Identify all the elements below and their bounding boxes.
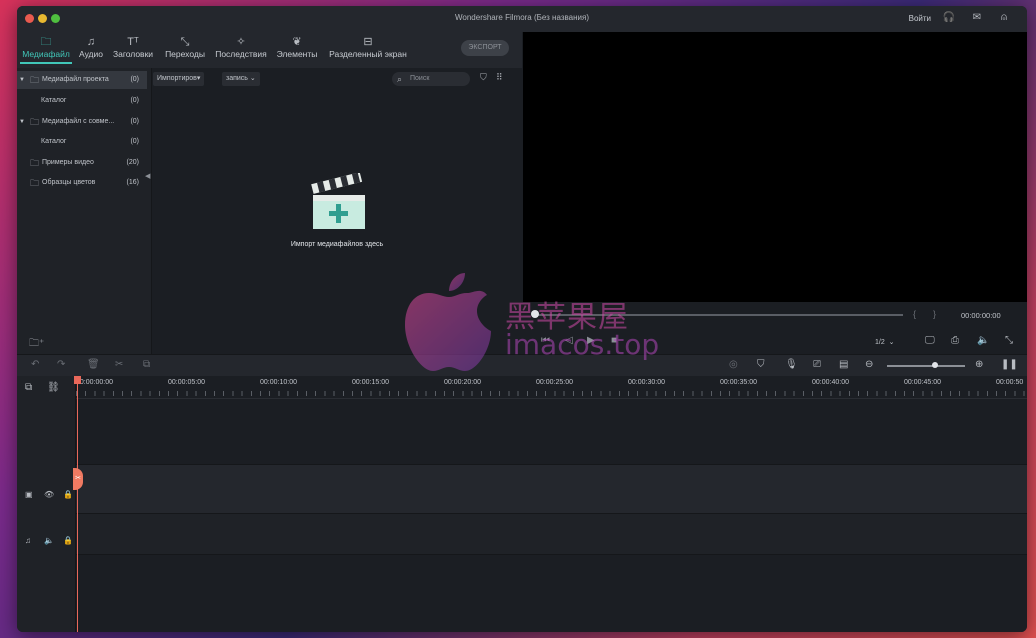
sidebar-item-project-media[interactable]: ▼ 🗀 Медиафайл проекта (0) bbox=[17, 71, 147, 89]
subtitle-icon[interactable]: ▤ bbox=[839, 359, 848, 370]
transition-icon: ⤡ bbox=[180, 36, 190, 48]
display-icon[interactable]: 🖵 bbox=[925, 335, 935, 346]
new-folder-icon[interactable]: 🗀⁺ bbox=[29, 336, 44, 353]
audio-track-icon: ♫ bbox=[25, 536, 31, 545]
tab-effects[interactable]: ✧ Последствия bbox=[211, 36, 271, 59]
video-track[interactable] bbox=[76, 464, 1027, 514]
watermark-url: imacos.top bbox=[505, 328, 660, 361]
sidebar-item-catalog-2[interactable]: Каталог (0) bbox=[17, 133, 147, 151]
ruler-tick-label: 00:00:25:00 bbox=[536, 379, 573, 386]
lock-icon[interactable]: 🔒 bbox=[63, 490, 73, 499]
video-track-icon: ▣ bbox=[25, 490, 33, 499]
user-icon[interactable]: ⍝ bbox=[1001, 12, 1007, 23]
preview-viewer bbox=[523, 32, 1027, 302]
headset-icon[interactable]: 🎧 bbox=[943, 12, 955, 23]
search-icon: ⌕ bbox=[397, 74, 403, 84]
mark-out-icon[interactable]: } bbox=[933, 309, 936, 319]
tab-titles[interactable]: Tᵀ Заголовки bbox=[109, 36, 157, 59]
ruler-tick-label: 00:00:45:00 bbox=[904, 379, 941, 386]
snapshot-icon[interactable]: ⎙ bbox=[951, 335, 959, 346]
record-dropdown[interactable]: запись ⌄ bbox=[222, 72, 260, 86]
text-icon: Tᵀ bbox=[127, 36, 139, 48]
link-icon[interactable]: ⛓ bbox=[47, 382, 60, 393]
search-input[interactable]: ⌕ Поиск bbox=[392, 72, 470, 86]
window-title: Wondershare Filmora (Без названия) bbox=[454, 13, 589, 22]
tab-elements[interactable]: ❦ Элементы bbox=[273, 36, 321, 59]
redo-icon[interactable]: ↷ bbox=[57, 359, 65, 370]
tab-transitions[interactable]: ⤡ Переходы bbox=[161, 36, 209, 59]
fullscreen-icon[interactable]: ⤡ bbox=[1005, 335, 1013, 346]
folder-icon: 🗀 bbox=[30, 75, 40, 85]
speaker-icon[interactable]: 🔈 bbox=[44, 536, 54, 545]
sidebar-item-sample-video[interactable]: 🗀 Примеры видео (20) bbox=[17, 154, 147, 172]
tab-audio[interactable]: ♫ Аудио bbox=[75, 36, 107, 59]
expand-arrow-icon[interactable]: ▼ bbox=[19, 71, 25, 89]
sidebar-item-sample-colors[interactable]: 🗀 Образцы цветов (16) bbox=[17, 174, 147, 192]
ruler-tick-label: 00:00:10:00 bbox=[260, 379, 297, 386]
clapperboard-icon[interactable] bbox=[309, 173, 367, 231]
music-icon: ♫ bbox=[86, 36, 96, 48]
ruler-tick-label: 00:00:40:00 bbox=[812, 379, 849, 386]
adjust-icon[interactable]: ⧉ bbox=[143, 359, 150, 370]
voiceover-icon[interactable]: ⎚ bbox=[813, 359, 821, 370]
track-headers: ⧉ ⛓ ▣ 👁 🔒 ♫ 🔈 🔒 bbox=[17, 376, 76, 632]
sidebar-item-catalog[interactable]: Каталог (0) bbox=[17, 92, 147, 110]
marker-icon[interactable]: ⛉ bbox=[757, 359, 765, 370]
folder-icon: 🗀 bbox=[30, 117, 40, 127]
folder-icon: 🗀 bbox=[30, 178, 40, 188]
preview-ratio-select[interactable]: 1/2 ⌄ bbox=[875, 338, 895, 346]
sidebar-item-shared-media[interactable]: ▼ 🗀 Медиафайл с совме... (0) bbox=[17, 113, 147, 131]
folder-icon: 🗀 bbox=[30, 158, 40, 168]
delete-icon[interactable]: 🗑 bbox=[87, 359, 100, 370]
pause-icon[interactable]: ❚❚ bbox=[1001, 359, 1018, 370]
eye-icon[interactable]: 👁 bbox=[44, 490, 54, 499]
apple-logo-watermark bbox=[405, 273, 491, 371]
mail-icon[interactable]: ✉ bbox=[973, 12, 981, 23]
zoom-slider[interactable] bbox=[887, 365, 965, 367]
mark-in-icon[interactable]: { bbox=[913, 309, 916, 319]
cut-icon[interactable]: ✂ bbox=[115, 359, 123, 370]
collapse-sidebar-icon[interactable]: ◀ bbox=[145, 172, 150, 180]
tab-split-screen[interactable]: ⊟ Разделенный экран bbox=[324, 36, 412, 59]
import-dropdown[interactable]: Импортиров▾ bbox=[153, 72, 205, 86]
media-library-sidebar: ▼ 🗀 Медиафайл проекта (0) Каталог (0) ▼ … bbox=[17, 68, 152, 354]
ruler-tick-label: 00:00:50 bbox=[996, 379, 1024, 386]
time-ruler[interactable]: 00:00:00:00 00:00:05:00 00:00:10:00 00:00:1… bbox=[76, 376, 1027, 399]
main-toolbar: 🗀 Медиафайл ♫ Аудио Tᵀ Заголовки ⤡ Перех… bbox=[17, 32, 522, 68]
add-track-icon[interactable]: ⧉ bbox=[25, 382, 32, 393]
ruler-tick-label: 00:00:35:00 bbox=[720, 379, 757, 386]
undo-icon[interactable]: ↶ bbox=[31, 359, 39, 370]
effects-icon: ✧ bbox=[236, 36, 246, 48]
preview-timecode: 00:00:00:00 bbox=[961, 311, 1001, 320]
tab-media[interactable]: 🗀 Медиафайл bbox=[20, 36, 72, 64]
ruler-tick-label: 00:00:05:00 bbox=[168, 379, 205, 386]
expand-arrow-icon[interactable]: ▼ bbox=[19, 113, 25, 131]
filter-icon[interactable]: ⛉ bbox=[480, 72, 487, 83]
login-link[interactable]: Войти bbox=[909, 14, 931, 23]
timeline[interactable]: 00:00:00:00 00:00:05:00 00:00:10:00 00:00:1… bbox=[76, 376, 1027, 632]
export-button[interactable]: ЭКСПОРТ bbox=[461, 40, 509, 56]
playhead[interactable] bbox=[77, 376, 78, 632]
zoom-slider-handle[interactable] bbox=[932, 362, 938, 368]
ruler-tick-label: 00:00:30:00 bbox=[628, 379, 665, 386]
volume-icon[interactable]: 🔈 bbox=[977, 335, 989, 346]
grid-view-icon[interactable]: ⠿ bbox=[496, 72, 503, 83]
ruler-tick-label: 00:00:00:00 bbox=[76, 379, 113, 386]
split-screen-icon: ⊟ bbox=[363, 36, 373, 48]
render-icon[interactable]: ◎ bbox=[729, 359, 738, 370]
zoom-out-icon[interactable]: ⊖ bbox=[865, 359, 873, 370]
ruler-tick-label: 00:00:15:00 bbox=[352, 379, 389, 386]
zoom-in-icon[interactable]: ⊕ bbox=[975, 359, 983, 370]
title-bar: Wondershare Filmora (Без названия) Войти… bbox=[17, 6, 1027, 32]
ruler-tick-label: 00:00:20:00 bbox=[444, 379, 481, 386]
playhead-handle[interactable] bbox=[74, 376, 81, 384]
import-hint: Импорт медиафайлов здесь bbox=[290, 241, 384, 248]
audio-track[interactable] bbox=[76, 514, 1027, 555]
microphone-icon[interactable]: 🎙 bbox=[785, 359, 798, 370]
lock-icon[interactable]: 🔒 bbox=[63, 536, 73, 545]
folder-icon: 🗀 bbox=[40, 36, 52, 48]
elements-icon: ❦ bbox=[292, 36, 302, 48]
app-window: Wondershare Filmora (Без названия) Войти… bbox=[17, 6, 1027, 632]
